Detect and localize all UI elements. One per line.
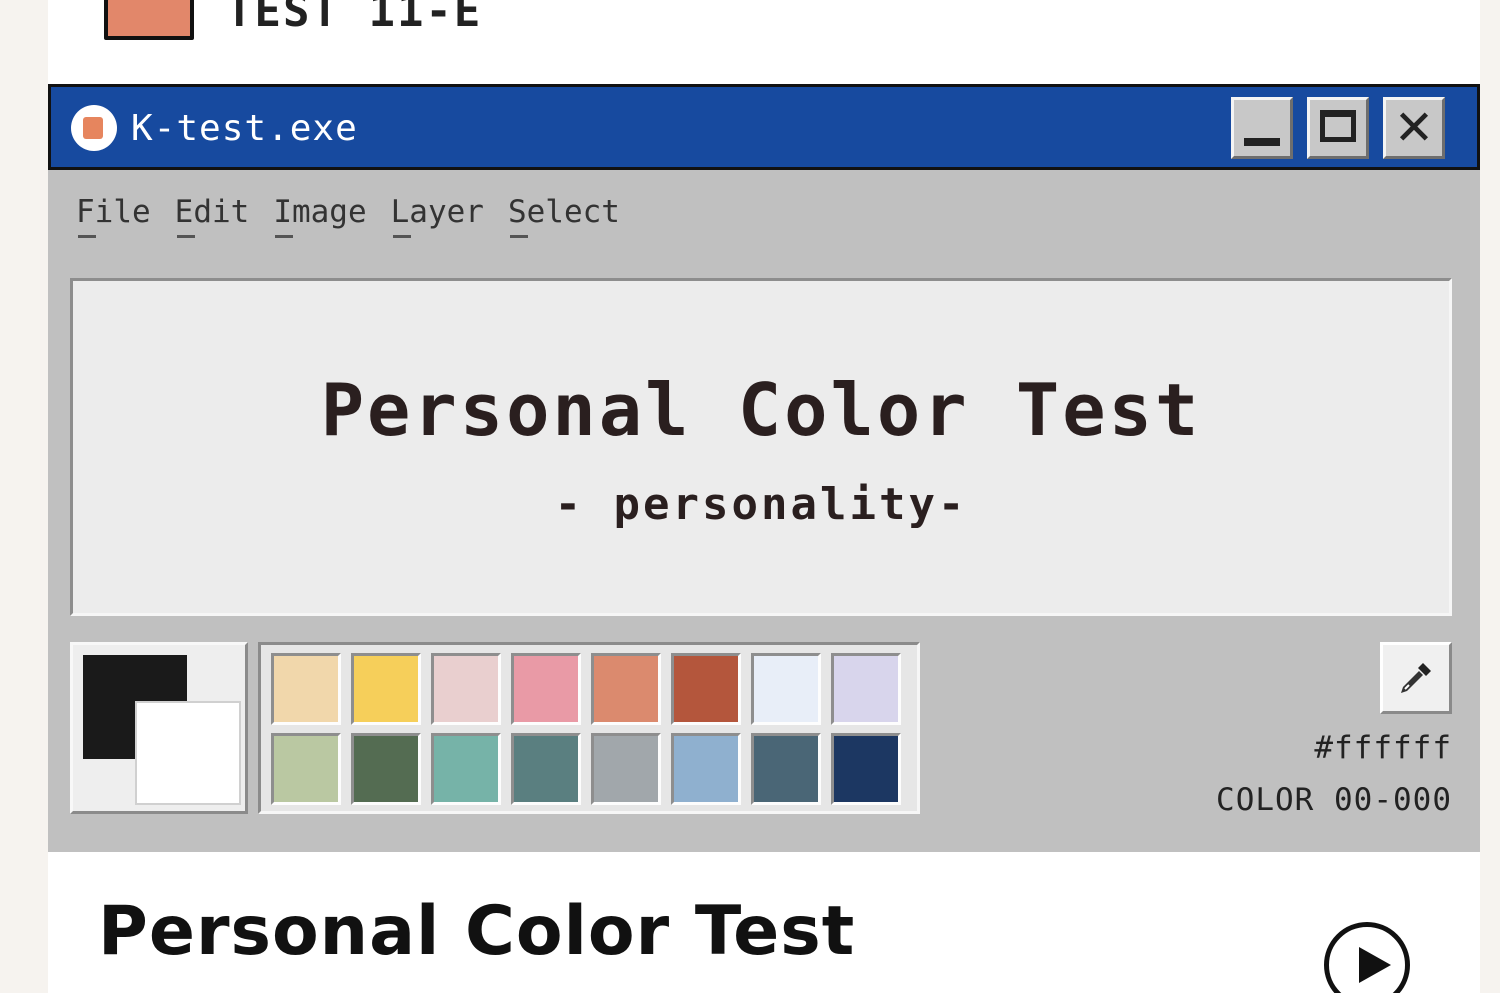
close-button[interactable]: ✕ [1383, 97, 1445, 159]
palette-swatch[interactable] [671, 653, 741, 725]
color-selector [70, 642, 248, 814]
menu-select[interactable]: Select [508, 192, 620, 238]
palette-swatch[interactable] [511, 733, 581, 805]
window-title: K-test.exe [131, 108, 358, 149]
palette-swatch[interactable] [671, 733, 741, 805]
minimize-button[interactable] [1231, 97, 1293, 159]
app-logo-icon [71, 105, 117, 151]
test-heading[interactable]: Personal Color Test [98, 890, 855, 974]
menu-layer[interactable]: Layer [391, 192, 484, 238]
maximize-button[interactable] [1307, 97, 1369, 159]
drawing-canvas[interactable]: Personal Color Test - personality- [70, 278, 1452, 616]
play-button[interactable] [1324, 922, 1410, 993]
palette-swatch[interactable] [591, 653, 661, 725]
palette-swatch[interactable] [271, 733, 341, 805]
palette-swatch[interactable] [351, 653, 421, 725]
background-color[interactable] [135, 701, 241, 805]
palette-swatch[interactable] [831, 733, 901, 805]
palette-swatch[interactable] [751, 653, 821, 725]
test-card: TEST 11-E K-test.exe ✕ File Edit Image L… [48, 0, 1480, 993]
canvas-subtitle: - personality- [554, 479, 968, 530]
previous-test-label[interactable]: TEST 11-E [226, 0, 482, 40]
palette-swatch[interactable] [831, 653, 901, 725]
palette-swatch[interactable] [511, 653, 581, 725]
previous-test-swatch[interactable] [104, 0, 194, 40]
palette-swatch[interactable] [351, 733, 421, 805]
eyedropper-button[interactable] [1380, 642, 1452, 714]
maximize-icon [1320, 110, 1356, 142]
palette-swatch[interactable] [431, 653, 501, 725]
color-palette [258, 642, 920, 814]
menu-bar: File Edit Image Layer Select [76, 192, 620, 238]
close-icon: ✕ [1393, 100, 1435, 156]
window-titlebar[interactable]: K-test.exe ✕ [48, 84, 1480, 170]
menu-image[interactable]: Image [273, 192, 367, 238]
palette-swatch[interactable] [431, 733, 501, 805]
palette-swatch[interactable] [591, 733, 661, 805]
hex-value: #ffffff [1314, 730, 1452, 766]
app-window: K-test.exe ✕ File Edit Image Layer Selec… [48, 84, 1480, 852]
palette-swatch[interactable] [271, 653, 341, 725]
color-code: COLOR 00-000 [1216, 782, 1452, 818]
canvas-title: Personal Color Test [320, 368, 1202, 452]
menu-file[interactable]: File [76, 192, 151, 238]
minimize-icon [1244, 138, 1280, 146]
menu-edit[interactable]: Edit [175, 192, 249, 238]
palette-swatch[interactable] [751, 733, 821, 805]
eyedropper-icon [1401, 663, 1431, 693]
